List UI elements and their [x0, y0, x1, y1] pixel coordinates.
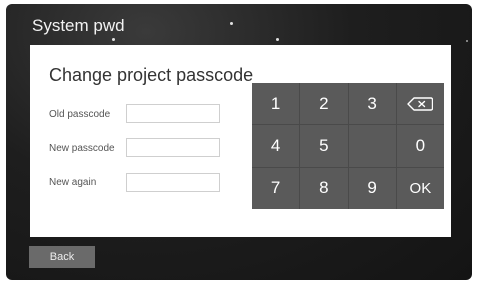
key-7[interactable]: 7	[252, 167, 300, 209]
new-passcode-input[interactable]	[126, 138, 220, 157]
background-star	[230, 22, 233, 25]
new-again-label: New again	[49, 177, 97, 188]
panel-heading: Change project passcode	[49, 65, 254, 85]
new-again-input[interactable]	[126, 173, 220, 192]
key-8[interactable]: 8	[300, 167, 348, 209]
background-star	[276, 38, 279, 41]
screen-title: System pwd	[32, 16, 125, 35]
key-3[interactable]: 3	[348, 83, 396, 125]
old-passcode-label: Old passcode	[49, 109, 111, 120]
key-1[interactable]: 1	[252, 83, 300, 125]
key-9[interactable]: 9	[348, 167, 396, 209]
passcode-panel: Change project passcode Old passcode New…	[30, 45, 451, 237]
backspace-icon	[407, 96, 434, 111]
key-0[interactable]: 0	[396, 125, 444, 167]
backspace-key[interactable]	[396, 83, 444, 125]
back-button[interactable]: Back	[29, 246, 95, 268]
key-2[interactable]: 2	[300, 83, 348, 125]
new-passcode-label: New passcode	[49, 143, 115, 154]
numeric-keypad: 1 2 3 4 5 0 7 8 9 OK	[252, 83, 444, 209]
background-star	[466, 40, 468, 42]
key-4[interactable]: 4	[252, 125, 300, 167]
ok-key[interactable]: OK	[396, 167, 444, 209]
app-screen: System pwd Change project passcode Old p…	[6, 4, 472, 280]
key-5[interactable]: 5	[300, 125, 348, 167]
key-6[interactable]	[348, 125, 396, 167]
old-passcode-input[interactable]	[126, 104, 220, 123]
background-star	[112, 38, 115, 41]
